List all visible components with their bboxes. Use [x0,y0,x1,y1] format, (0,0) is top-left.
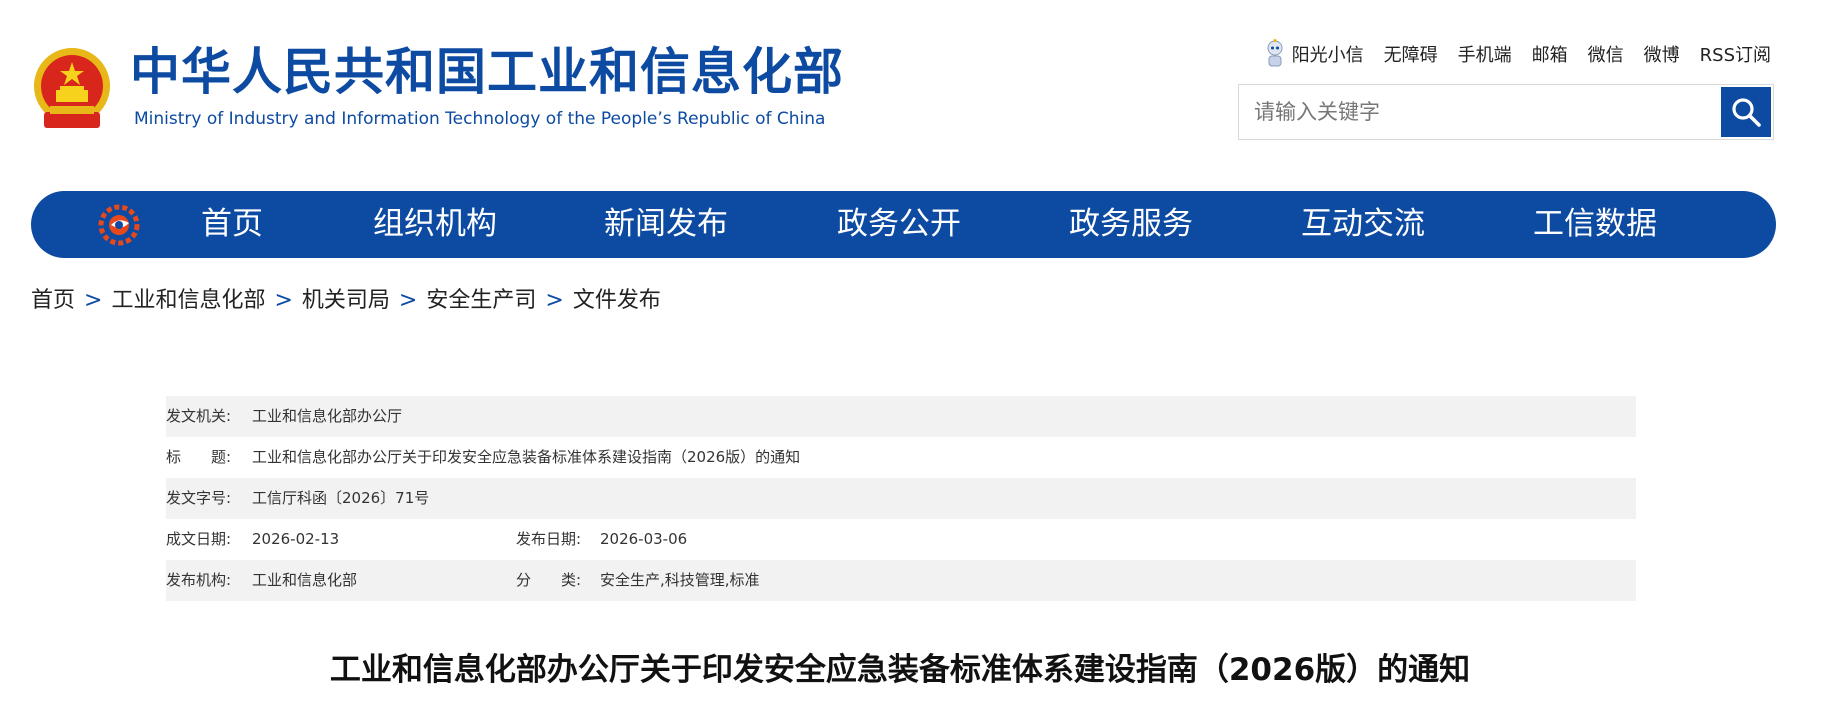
docno-value: 工信厅科函〔2026〕71号 [252,489,430,507]
rss-link[interactable]: RSS订阅 [1700,41,1771,67]
nav-organization[interactable]: 组织机构 [373,191,497,258]
meta-row-title: 标 题: 工业和信息化部办公厅关于印发安全应急装备标准体系建设指南（2026版）… [166,437,1636,478]
breadcrumb-documents[interactable]: 文件发布 [573,288,661,313]
written-date-value: 2026-02-13 [252,530,340,548]
docno-label: 发文字号: [166,489,232,507]
issuer-value: 工业和信息化部办公厅 [252,407,403,425]
title-value: 工业和信息化部办公厅关于印发安全应急装备标准体系建设指南（2026版）的通知 [252,448,801,466]
search-input[interactable] [1239,85,1717,139]
meta-row-docno: 发文字号: 工信厅科函〔2026〕71号 [166,478,1636,519]
national-emblem-icon [34,48,110,128]
search-icon [1732,98,1761,127]
main-nav: 首页 组织机构 新闻发布 政务公开 政务服务 互动交流 工信数据 [31,191,1776,258]
breadcrumb-separator: > [274,288,293,313]
sunshine-link[interactable]: 阳光小信 [1264,39,1364,69]
search-box [1238,84,1774,140]
breadcrumb-departments[interactable]: 机关司局 [302,288,390,313]
agency-label: 发布机构: [166,571,232,589]
robot-mascot-icon [1267,39,1283,67]
nav-data[interactable]: 工信数据 [1533,191,1657,258]
breadcrumb-safety-dept[interactable]: 安全生产司 [426,288,536,313]
ministry-name-en: Ministry of Industry and Information Tec… [134,109,826,129]
category-value: 安全生产,科技管理,标准 [600,571,760,589]
nav-home[interactable]: 首页 [201,191,263,258]
title-label: 标 题: [166,448,232,466]
top-links: 阳光小信 无障碍 手机端 邮箱 微信 微博 RSS订阅 [1264,39,1771,69]
accessibility-link[interactable]: 无障碍 [1384,41,1438,67]
nav-gov-services[interactable]: 政务服务 [1069,191,1193,258]
written-date-label: 成文日期: [166,530,232,548]
nav-news[interactable]: 新闻发布 [604,191,728,258]
sunshine-label: 阳光小信 [1291,45,1364,66]
meta-row-dates: 成文日期: 2026-02-13 发布日期: 2026-03-06 [166,519,1636,560]
document-metadata: 发文机关: 工业和信息化部办公厅 标 题: 工业和信息化部办公厅关于印发安全应急… [166,396,1636,601]
meta-row-issuer: 发文机关: 工业和信息化部办公厅 [166,396,1636,437]
article-title: 工业和信息化部办公厅关于印发安全应急装备标准体系建设指南（2026版）的通知 [329,652,1471,688]
category-label: 分 类: [516,571,582,589]
breadcrumb-separator: > [545,288,564,313]
nav-interaction[interactable]: 互动交流 [1301,191,1425,258]
breadcrumb-home[interactable]: 首页 [31,288,75,313]
mail-link[interactable]: 邮箱 [1532,41,1568,67]
published-date-label: 发布日期: [516,530,582,548]
breadcrumb-separator: > [84,288,103,313]
breadcrumb-separator: > [398,288,418,313]
issuer-label: 发文机关: [166,407,232,425]
search-button[interactable] [1721,87,1771,137]
mobile-link[interactable]: 手机端 [1458,41,1512,67]
breadcrumb: 首页 > 工业和信息化部 > 机关司局 > 安全生产司 > 文件发布 [31,284,661,318]
weibo-link[interactable]: 微博 [1644,41,1680,67]
breadcrumb-ministry[interactable]: 工业和信息化部 [111,288,265,313]
meta-row-agency: 发布机构: 工业和信息化部 分 类: 安全生产,科技管理,标准 [166,560,1636,601]
wechat-link[interactable]: 微信 [1588,41,1624,67]
agency-value: 工业和信息化部 [252,571,358,589]
published-date-value: 2026-03-06 [600,530,688,548]
ministry-name-cn: 中华人民共和国工业和信息化部 [130,43,844,101]
miit-logo-icon [98,204,140,246]
nav-gov-affairs[interactable]: 政务公开 [837,191,961,258]
